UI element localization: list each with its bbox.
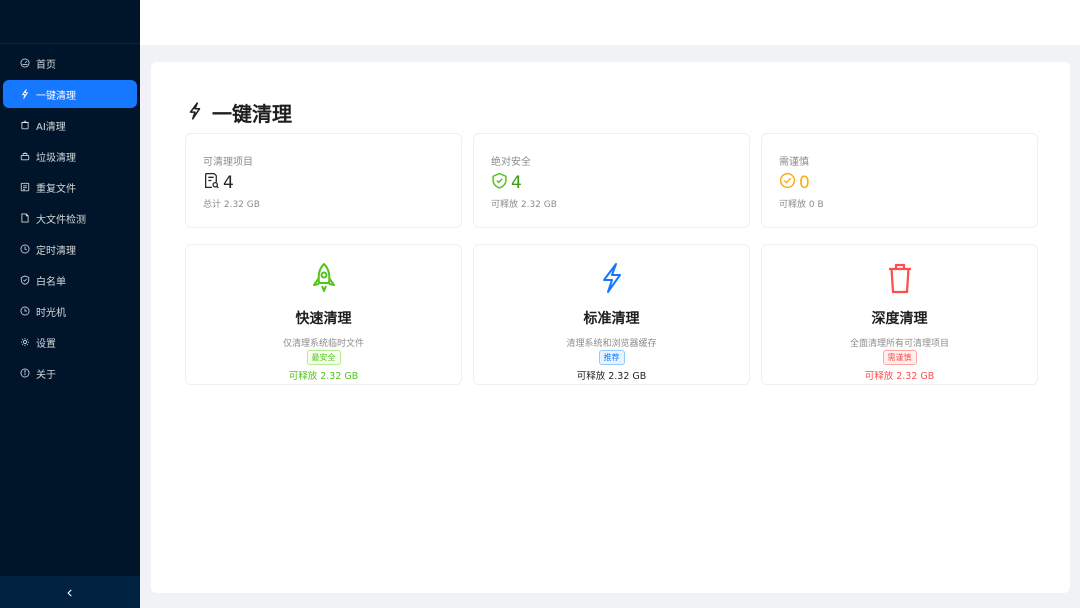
sidebar-item-label: 一键清理 — [36, 90, 76, 102]
gear-icon — [19, 337, 30, 348]
stat-card-caution: 需谨慎 0 可释放 0 B — [761, 133, 1038, 228]
clock-icon — [19, 244, 30, 255]
stat-card-cleanable: 可清理项目 4 总计 2.32 GB — [185, 133, 462, 228]
sidebar-item-ai-clean[interactable]: AI清理 — [3, 111, 137, 139]
safety-icon — [491, 172, 511, 194]
sidebar-item-label: 设置 — [36, 338, 56, 350]
standard-clean-card[interactable]: 标准清理 清理系统和浏览器缓存 推荐 可释放 2.32 GB — [473, 244, 750, 385]
shield-check-icon — [19, 275, 30, 286]
safety-badge: 最安全 — [306, 350, 341, 365]
stat-value: 0 — [779, 172, 810, 194]
sidebar-item-time-machine[interactable]: 时光机 — [3, 297, 137, 325]
file-search-icon — [203, 172, 223, 194]
sidebar-item-label: AI清理 — [36, 121, 66, 133]
sidebar-nav: 首页 一键清理 AI清理 垃圾清理 重复文件 大文件检测 定时清理 白名单 时光… — [0, 44, 140, 387]
card-description: 全面清理所有可清理项目 — [849, 339, 949, 349]
duplicate-file-icon — [19, 182, 30, 193]
trash-bin-icon — [19, 151, 30, 162]
info-icon — [19, 368, 30, 379]
sidebar-item-scheduled-clean[interactable]: 定时清理 — [3, 235, 137, 263]
sidebar-item-label: 垃圾清理 — [36, 152, 76, 164]
sidebar-item-whitelist[interactable]: 白名单 — [3, 266, 137, 294]
stat-sub: 可释放 0 B — [779, 200, 824, 210]
stat-sub: 可释放 2.32 GB — [491, 200, 557, 210]
card-title: 快速清理 — [295, 311, 352, 327]
main-content: 一键清理 可清理项目 4 总计 2.32 GB 绝对安全 4 可释放 2.32 … — [151, 62, 1070, 593]
top-header — [140, 0, 1080, 45]
sidebar-item-label: 定时清理 — [36, 245, 76, 257]
stat-value: 4 — [491, 172, 522, 194]
card-description: 仅清理系统临时文件 — [282, 339, 364, 349]
sidebar-item-duplicate-files[interactable]: 重复文件 — [3, 173, 137, 201]
releasable-size: 可释放 2.32 GB — [576, 371, 647, 382]
recommended-badge: 推荐 — [598, 350, 625, 365]
thunderbolt-icon — [474, 261, 749, 297]
dashboard-icon — [19, 58, 30, 69]
page-title: 一键清理 — [186, 98, 292, 127]
ai-icon — [19, 120, 30, 131]
lightning-icon — [19, 89, 30, 100]
sidebar-item-label: 时光机 — [36, 307, 66, 319]
stat-card-safe: 绝对安全 4 可释放 2.32 GB — [473, 133, 750, 228]
releasable-size: 可释放 2.32 GB — [864, 371, 935, 382]
file-icon — [19, 213, 30, 224]
deep-clean-card[interactable]: 深度清理 全面清理所有可清理项目 需谨慎 可释放 2.32 GB — [761, 244, 1038, 385]
sidebar-item-settings[interactable]: 设置 — [3, 328, 137, 356]
sidebar-item-label: 首页 — [36, 59, 56, 71]
page-title-text: 一键清理 — [212, 102, 292, 126]
quick-clean-card[interactable]: 快速清理 仅清理系统临时文件 最安全 可释放 2.32 GB — [185, 244, 462, 385]
card-description: 清理系统和浏览器缓存 — [566, 339, 657, 349]
check-circle-icon — [779, 172, 799, 194]
caution-badge: 需谨慎 — [882, 350, 917, 365]
sidebar-item-label: 关于 — [36, 369, 56, 381]
delete-icon — [762, 261, 1037, 297]
sidebar-item-about[interactable]: 关于 — [3, 359, 137, 387]
stat-label: 绝对安全 — [491, 157, 531, 168]
card-title: 深度清理 — [871, 311, 928, 327]
stat-value: 4 — [203, 172, 234, 194]
rocket-icon — [186, 261, 461, 297]
sidebar-item-junk-clean[interactable]: 垃圾清理 — [3, 142, 137, 170]
history-icon — [19, 306, 30, 317]
sidebar-item-label: 白名单 — [36, 276, 66, 288]
sidebar-item-home[interactable]: 首页 — [3, 49, 137, 77]
sidebar-logo-area — [0, 0, 140, 44]
sidebar: 首页 一键清理 AI清理 垃圾清理 重复文件 大文件检测 定时清理 白名单 时光… — [0, 0, 140, 608]
stat-label: 需谨慎 — [779, 157, 809, 168]
sidebar-collapse-button[interactable] — [0, 576, 140, 608]
card-title: 标准清理 — [583, 311, 640, 327]
chevron-left-icon — [65, 583, 75, 602]
sidebar-item-large-files[interactable]: 大文件检测 — [3, 204, 137, 232]
stat-sub: 总计 2.32 GB — [203, 200, 260, 210]
sidebar-item-label: 大文件检测 — [36, 214, 86, 226]
sidebar-item-one-click-clean[interactable]: 一键清理 — [3, 80, 137, 108]
lightning-icon — [186, 101, 212, 125]
stat-label: 可清理项目 — [203, 157, 253, 168]
sidebar-item-label: 重复文件 — [36, 183, 76, 195]
releasable-size: 可释放 2.32 GB — [288, 371, 359, 382]
